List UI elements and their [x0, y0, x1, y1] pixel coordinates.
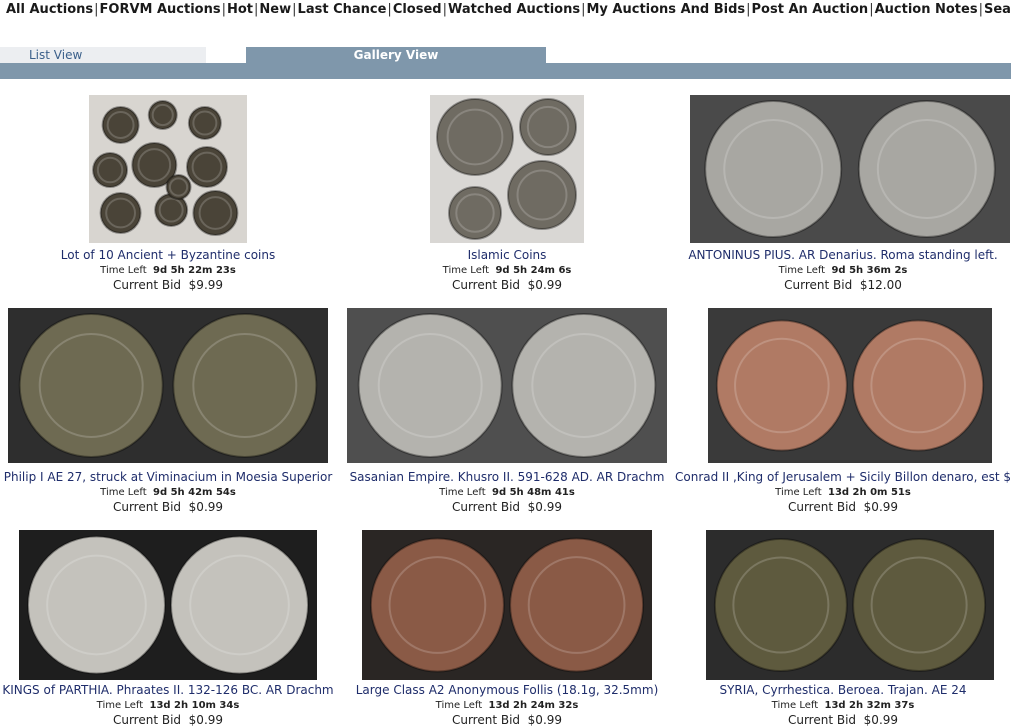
nav-link-watched-auctions[interactable]: Watched Auctions [448, 2, 580, 17]
current-bid-value: $0.99 [188, 713, 224, 727]
current-bid: Current Bid $0.99 [339, 500, 675, 515]
auction-title-link[interactable]: SYRIA, Cyrrhestica. Beroea. Trajan. AE 2… [675, 683, 1011, 698]
time-left: Time Left 13d 2h 0m 51s [675, 485, 1011, 500]
current-bid-label: Current Bid [112, 500, 182, 514]
auction-title-link[interactable]: Large Class A2 Anonymous Follis (18.1g, … [339, 683, 675, 698]
current-bid-value: $0.99 [863, 713, 899, 727]
nav-link-search-auctions[interactable]: Search Auctions [984, 2, 1011, 17]
current-bid: Current Bid $0.99 [0, 500, 336, 515]
auction-thumbnail[interactable] [347, 308, 667, 463]
time-left-value: 9d 5h 22m 23s [152, 265, 236, 276]
auction-thumbnail[interactable] [89, 95, 247, 243]
auction-item: Lot of 10 Ancient + Byzantine coins Time … [0, 248, 336, 293]
current-bid-label: Current Bid [451, 500, 521, 514]
time-left-label: Time Left [439, 487, 486, 498]
current-bid-label: Current Bid [451, 278, 521, 292]
auction-title-link[interactable]: ANTONINUS PIUS. AR Denarius. Roma standi… [675, 248, 1011, 263]
time-left-value: 9d 5h 36m 2s [831, 265, 908, 276]
nav-link-my-auctions-and-bids[interactable]: My Auctions And Bids [586, 2, 745, 17]
nav-link-auction-notes[interactable]: Auction Notes [875, 2, 978, 17]
time-left: Time Left 13d 2h 24m 32s [339, 698, 675, 713]
time-left-label: Time Left [771, 700, 819, 711]
nav-link-last-chance[interactable]: Last Chance [298, 2, 387, 17]
tab-gallery-view[interactable]: Gallery View [246, 47, 546, 63]
auction-title-link[interactable]: Philip I AE 27, struck at Viminacium in … [0, 470, 336, 485]
auction-item: Sasanian Empire. Khusro II. 591-628 AD. … [339, 470, 675, 515]
time-left: Time Left 13d 2h 32m 37s [675, 698, 1011, 713]
current-bid-label: Current Bid [784, 278, 853, 292]
time-left: Time Left 9d 5h 42m 54s [0, 485, 336, 500]
auction-thumbnail[interactable] [19, 530, 317, 680]
current-bid-label: Current Bid [112, 713, 182, 727]
current-bid: Current Bid $12.00 [675, 278, 1011, 293]
auction-title-link[interactable]: Conrad II ,King of Jerusalem + Sicily Bi… [675, 470, 1011, 485]
auction-thumbnail[interactable] [708, 308, 992, 463]
nav-link-new[interactable]: New [259, 2, 291, 17]
auction-title-link[interactable]: Lot of 10 Ancient + Byzantine coins [0, 248, 336, 263]
current-bid: Current Bid $0.99 [339, 713, 675, 728]
current-bid: Current Bid $0.99 [339, 278, 675, 293]
time-left: Time Left 9d 5h 24m 6s [339, 263, 675, 278]
tab-bar [0, 63, 1011, 79]
current-bid-label: Current Bid [787, 500, 857, 514]
current-bid-value: $0.99 [527, 500, 563, 514]
view-tabs: List View Gallery View [0, 47, 1011, 79]
auction-title-link[interactable]: KINGS of PARTHIA. Phraates II. 132-126 B… [0, 683, 336, 698]
current-bid: Current Bid $9.99 [0, 278, 336, 293]
nav-link-closed[interactable]: Closed [393, 2, 442, 17]
time-left-label: Time Left [100, 265, 147, 276]
time-left: Time Left 9d 5h 36m 2s [675, 263, 1011, 278]
current-bid-value: $9.99 [188, 278, 224, 292]
time-left-label: Time Left [778, 265, 826, 276]
time-left-label: Time Left [775, 487, 822, 498]
nav-link-all-auctions[interactable]: All Auctions [6, 2, 93, 17]
time-left-value: 13d 2h 24m 32s [488, 700, 579, 711]
current-bid-value: $0.99 [527, 713, 563, 727]
nav-link-forvm-auctions[interactable]: FORVM Auctions [100, 2, 221, 17]
auction-title-link[interactable]: Sasanian Empire. Khusro II. 591-628 AD. … [339, 470, 675, 485]
auction-item: SYRIA, Cyrrhestica. Beroea. Trajan. AE 2… [675, 683, 1011, 728]
current-bid-value: $0.99 [188, 500, 224, 514]
time-left-label: Time Left [100, 487, 147, 498]
time-left-value: 13d 2h 32m 37s [824, 700, 915, 711]
current-bid-label: Current Bid [451, 713, 521, 727]
time-left-value: 13d 2h 0m 51s [827, 487, 911, 498]
auction-item: KINGS of PARTHIA. Phraates II. 132-126 B… [0, 683, 336, 728]
nav-link-post-an-auction[interactable]: Post An Auction [752, 2, 869, 17]
current-bid-label: Current Bid [112, 278, 182, 292]
top-navigation: All Auctions|FORVM Auctions|Hot|New|Last… [0, 0, 1011, 20]
time-left-label: Time Left [96, 700, 144, 711]
auction-thumbnail[interactable] [362, 530, 652, 680]
time-left: Time Left 9d 5h 48m 41s [339, 485, 675, 500]
current-bid-value: $12.00 [859, 278, 902, 292]
current-bid-value: $0.99 [527, 278, 563, 292]
auction-item: ANTONINUS PIUS. AR Denarius. Roma standi… [675, 248, 1011, 293]
current-bid-value: $0.99 [863, 500, 899, 514]
current-bid: Current Bid $0.99 [0, 713, 336, 728]
time-left-value: 13d 2h 10m 34s [149, 700, 240, 711]
time-left-value: 9d 5h 48m 41s [491, 487, 575, 498]
auction-item: Islamic Coins Time Left 9d 5h 24m 6s Curre… [339, 248, 675, 293]
auction-item: Philip I AE 27, struck at Viminacium in … [0, 470, 336, 515]
time-left: Time Left 9d 5h 22m 23s [0, 263, 336, 278]
time-left-label: Time Left [442, 265, 490, 276]
current-bid: Current Bid $0.99 [675, 500, 1011, 515]
time-left-value: 9d 5h 42m 54s [152, 487, 236, 498]
auction-thumbnail[interactable] [430, 95, 584, 243]
nav-link-hot[interactable]: Hot [227, 2, 253, 17]
current-bid: Current Bid $0.99 [675, 713, 1011, 728]
auction-title-link[interactable]: Islamic Coins [339, 248, 675, 263]
auction-thumbnail[interactable] [8, 308, 328, 463]
current-bid-label: Current Bid [787, 713, 857, 727]
time-left-label: Time Left [435, 700, 483, 711]
time-left: Time Left 13d 2h 10m 34s [0, 698, 336, 713]
auction-thumbnail[interactable] [690, 95, 1010, 243]
tab-list-view[interactable]: List View [0, 47, 206, 63]
time-left-value: 9d 5h 24m 6s [495, 265, 572, 276]
auction-item: Large Class A2 Anonymous Follis (18.1g, … [339, 683, 675, 728]
auction-thumbnail[interactable] [706, 530, 994, 680]
auction-item: Conrad II ,King of Jerusalem + Sicily Bi… [675, 470, 1011, 515]
